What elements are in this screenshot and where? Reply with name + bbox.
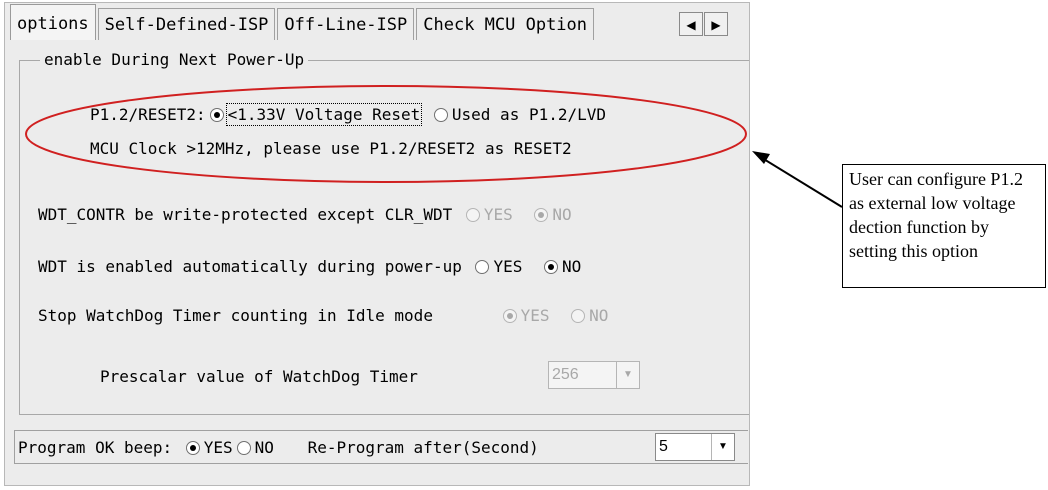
callout-arrow-line <box>761 157 843 208</box>
highlight-ellipse <box>25 85 747 183</box>
annotation-callout: User can configure P1.2 as external low … <box>842 164 1046 288</box>
